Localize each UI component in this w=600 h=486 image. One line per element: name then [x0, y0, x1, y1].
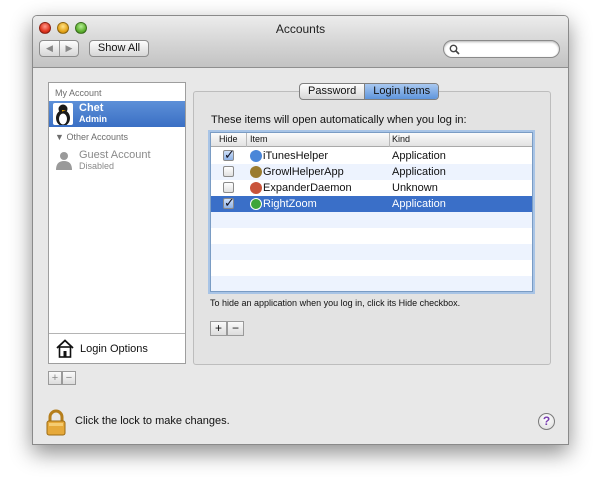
accounts-sidebar: My Account Chet Admin ▼ Other Accounts G…: [48, 82, 186, 364]
search-field[interactable]: [443, 40, 560, 58]
hide-hint: To hide an application when you log in, …: [210, 298, 461, 308]
empty-row: [211, 260, 532, 276]
tab-login-items[interactable]: Login Items: [364, 84, 439, 99]
window-title: Accounts: [275, 22, 326, 36]
column-hide[interactable]: Hide: [219, 134, 238, 146]
add-login-item-button[interactable]: +: [210, 321, 227, 336]
item-name: GrowlHelperApp: [263, 166, 344, 178]
show-all-button[interactable]: Show All: [89, 40, 149, 57]
item-kind: Application: [392, 166, 446, 178]
user-role: Admin: [79, 114, 107, 124]
back-forward-control: ◀ ▶: [39, 40, 79, 57]
empty-row: [211, 276, 532, 291]
disclosure-triangle-icon: ▼: [55, 132, 64, 142]
tab-password[interactable]: Password: [300, 84, 364, 99]
login-item-add-remove: + −: [210, 321, 244, 336]
growl-icon: [250, 166, 262, 178]
column-item[interactable]: Item: [250, 134, 268, 146]
login-options-item[interactable]: Login Options: [49, 333, 185, 363]
help-button[interactable]: ?: [538, 413, 555, 430]
user-avatar-icon: [53, 103, 73, 125]
guest-name: Guest Account: [79, 149, 151, 161]
remove-login-item-button[interactable]: −: [227, 321, 244, 336]
item-name: ExpanderDaemon: [263, 182, 352, 194]
account-add-remove: + −: [48, 371, 76, 385]
title-bar: Accounts ◀ ▶ Show All: [33, 16, 568, 68]
sidebar-item-guest[interactable]: Guest Account Disabled: [49, 147, 185, 173]
table-row[interactable]: GrowlHelperApp Application: [211, 164, 532, 180]
forward-button[interactable]: ▶: [59, 41, 78, 56]
item-name: RightZoom: [263, 198, 317, 210]
hide-checkbox[interactable]: [223, 182, 234, 193]
hide-checkbox[interactable]: [223, 195, 235, 211]
other-accounts-label: Other Accounts: [66, 132, 128, 142]
item-kind: Application: [392, 198, 446, 210]
item-name: iTunesHelper: [263, 150, 329, 162]
column-kind[interactable]: Kind: [392, 134, 410, 146]
add-account-button[interactable]: +: [48, 371, 62, 385]
back-button[interactable]: ◀: [40, 41, 59, 56]
hide-checkbox[interactable]: [223, 147, 235, 163]
empty-row: [211, 244, 532, 260]
back-arrow-icon: ◀: [46, 43, 53, 53]
tab-control: Password Login Items: [299, 83, 440, 100]
table-header: Hide Item Kind: [211, 133, 532, 147]
remove-account-button[interactable]: −: [62, 371, 76, 385]
empty-row: [211, 212, 532, 228]
table-row[interactable]: ExpanderDaemon Unknown: [211, 180, 532, 196]
expander-icon: [250, 182, 262, 194]
table-row[interactable]: iTunesHelper Application: [211, 147, 532, 164]
empty-row: [211, 228, 532, 244]
sidebar-item-chet[interactable]: Chet Admin: [49, 101, 185, 127]
my-account-header: My Account: [55, 88, 102, 98]
other-accounts-header[interactable]: ▼ Other Accounts: [55, 132, 128, 142]
forward-arrow-icon: ▶: [65, 43, 73, 53]
rightzoom-icon: [250, 198, 262, 210]
table-row[interactable]: RightZoom Application: [211, 195, 532, 212]
user-name: Chet: [79, 102, 104, 114]
item-kind: Application: [392, 150, 446, 162]
accounts-window: Accounts ◀ ▶ Show All My Account Chet Ad…: [32, 15, 569, 445]
login-items-intro: These items will open automatically when…: [211, 114, 467, 126]
house-icon: [56, 339, 74, 358]
search-icon: [449, 44, 460, 55]
hide-checkbox[interactable]: [223, 166, 234, 177]
lock-message: Click the lock to make changes.: [75, 415, 230, 427]
itunes-helper-icon: [250, 150, 262, 162]
item-kind: Unknown: [392, 182, 438, 194]
guest-status: Disabled: [79, 161, 115, 171]
lock-icon[interactable]: [45, 409, 67, 437]
login-items-table[interactable]: Hide Item Kind iTunesHelper Application …: [210, 132, 533, 292]
login-options-label: Login Options: [80, 343, 148, 355]
guest-silhouette-icon: [56, 152, 72, 170]
